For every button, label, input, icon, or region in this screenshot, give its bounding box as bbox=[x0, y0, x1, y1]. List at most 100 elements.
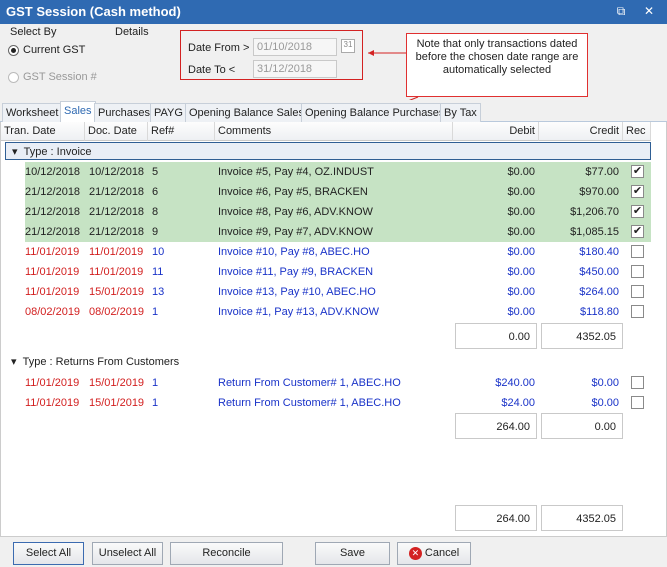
col-ref[interactable]: Ref# bbox=[148, 122, 215, 141]
col-rec[interactable]: Rec bbox=[623, 122, 651, 141]
tran-date-cell: 10/12/2018 bbox=[25, 166, 81, 178]
col-comments[interactable]: Comments bbox=[215, 122, 453, 141]
rec-checkbox[interactable] bbox=[631, 376, 644, 389]
debit-cell: $0.00 bbox=[507, 286, 535, 298]
doc-date-cell: 15/01/2019 bbox=[89, 397, 145, 409]
table-row[interactable]: 21/12/2018 21/12/2018 9 Invoice #9, Pay #7,… bbox=[25, 222, 651, 242]
table-row[interactable]: 21/12/2018 21/12/2018 6 Invoice #6, Pay #5,… bbox=[25, 182, 651, 202]
ref-cell: 13 bbox=[152, 286, 165, 298]
debit-cell: $0.00 bbox=[507, 246, 535, 258]
credit-cell: $77.00 bbox=[585, 166, 619, 178]
current-gst-radio[interactable] bbox=[8, 45, 19, 56]
doc-date-cell: 21/12/2018 bbox=[89, 186, 145, 198]
transactions-grid: Tran. Date Doc. Date Ref# Comments Debit… bbox=[0, 122, 667, 536]
title-bar: GST Session (Cash method) ⧉ ✕ bbox=[0, 0, 667, 24]
collapse-icon[interactable]: ▾ bbox=[11, 356, 17, 368]
doc-date-cell: 15/01/2019 bbox=[89, 286, 145, 298]
credit-cell: $0.00 bbox=[591, 377, 619, 389]
rec-checkbox[interactable] bbox=[631, 285, 644, 298]
group-total-debit: 264.00 bbox=[455, 413, 537, 439]
group-total-debit: 0.00 bbox=[455, 323, 537, 349]
filter-panel: Select By Current GST GST Session # Deta… bbox=[0, 24, 667, 100]
tab-by-tax[interactable]: By Tax bbox=[440, 103, 481, 122]
table-row[interactable]: 11/01/2019 11/01/2019 10 Invoice #10, Pay #… bbox=[25, 242, 651, 262]
close-icon[interactable]: ✕ bbox=[640, 3, 658, 20]
ref-cell: 9 bbox=[152, 226, 159, 238]
doc-date-cell: 21/12/2018 bbox=[89, 206, 145, 218]
group-header-returns[interactable]: ▾ Type : Returns From Customers bbox=[5, 353, 651, 371]
table-row[interactable]: 10/12/2018 10/12/2018 5 Invoice #5, Pay #4,… bbox=[25, 162, 651, 182]
cancel-icon: ✕ bbox=[408, 546, 422, 560]
table-row[interactable]: 11/01/2019 11/01/2019 11 Invoice #11, Pay #… bbox=[25, 262, 651, 282]
date-from-label: Date From > bbox=[188, 42, 250, 54]
rec-checkbox[interactable]: ✔ bbox=[631, 225, 644, 238]
tran-date-cell: 11/01/2019 bbox=[25, 246, 80, 258]
credit-cell: $450.00 bbox=[579, 266, 619, 278]
gst-session-radio[interactable] bbox=[8, 72, 19, 83]
cancel-button[interactable]: ✕ Cancel bbox=[397, 542, 471, 565]
rec-checkbox[interactable]: ✔ bbox=[631, 205, 644, 218]
calendar-icon[interactable]: 31 bbox=[341, 39, 355, 53]
tab-sales[interactable]: Sales bbox=[60, 101, 96, 123]
rec-checkbox[interactable]: ✔ bbox=[631, 185, 644, 198]
comments-cell: Invoice #13, Pay #10, ABEC.HO bbox=[218, 286, 376, 298]
group-header-invoice[interactable]: ▾ Type : Invoice bbox=[5, 142, 651, 160]
group-label: Type : Returns From Customers bbox=[22, 356, 180, 368]
group-total-credit: 0.00 bbox=[541, 413, 623, 439]
rec-checkbox[interactable] bbox=[631, 305, 644, 318]
tab-worksheet[interactable]: Worksheet bbox=[2, 103, 63, 122]
ref-cell: 11 bbox=[152, 266, 164, 278]
rec-checkbox[interactable]: ✔ bbox=[631, 165, 644, 178]
reconcile-button[interactable]: Reconcile bbox=[170, 542, 283, 565]
tran-date-cell: 11/01/2019 bbox=[25, 286, 80, 298]
date-from-field[interactable]: 01/10/2018 bbox=[253, 38, 337, 56]
gst-session-label: GST Session # bbox=[23, 71, 97, 83]
group-label: Type : Invoice bbox=[23, 146, 92, 158]
unselect-all-button[interactable]: Unselect All bbox=[92, 542, 163, 565]
grand-total-debit: 264.00 bbox=[455, 505, 537, 531]
ref-cell: 1 bbox=[152, 397, 159, 409]
credit-cell: $180.40 bbox=[579, 246, 619, 258]
collapse-icon[interactable]: ▾ bbox=[12, 146, 18, 158]
table-row[interactable]: 11/01/2019 15/01/2019 1 Return From Custome… bbox=[25, 393, 651, 413]
rec-checkbox[interactable] bbox=[631, 396, 644, 409]
select-by-label: Select By bbox=[10, 26, 57, 38]
col-debit[interactable]: Debit bbox=[453, 122, 539, 141]
comments-cell: Invoice #1, Pay #13, ADV.KNOW bbox=[218, 306, 380, 318]
button-bar: Select All Unselect All Reconcile Save ✕… bbox=[0, 536, 667, 567]
date-to-field[interactable]: 31/12/2018 bbox=[253, 60, 337, 78]
tab-opening-balance-sales[interactable]: Opening Balance Sales bbox=[185, 103, 308, 122]
group-total-credit: 4352.05 bbox=[541, 323, 623, 349]
tran-date-cell: 08/02/2019 bbox=[25, 306, 81, 318]
debit-cell: $0.00 bbox=[507, 186, 535, 198]
rec-checkbox[interactable] bbox=[631, 245, 644, 258]
grand-total-credit: 4352.05 bbox=[541, 505, 623, 531]
credit-cell: $1,206.70 bbox=[570, 206, 619, 218]
table-row[interactable]: 11/01/2019 15/01/2019 1 Return From Custome… bbox=[25, 373, 651, 393]
comments-cell: Invoice #10, Pay #8, ABEC.HO bbox=[218, 246, 370, 258]
table-row[interactable]: 11/01/2019 15/01/2019 13 Invoice #13, Pay #… bbox=[25, 282, 651, 302]
col-credit[interactable]: Credit bbox=[539, 122, 623, 141]
doc-date-cell: 15/01/2019 bbox=[89, 377, 145, 389]
debit-cell: $0.00 bbox=[507, 166, 535, 178]
rec-checkbox[interactable] bbox=[631, 265, 644, 278]
col-doc-date[interactable]: Doc. Date bbox=[85, 122, 148, 141]
date-to-label: Date To < bbox=[188, 64, 236, 76]
comments-cell: Invoice #9, Pay #7, ADV.KNOW bbox=[218, 226, 373, 238]
tab-payg[interactable]: PAYG bbox=[150, 103, 187, 122]
window-title: GST Session (Cash method) bbox=[6, 4, 181, 19]
ref-cell: 1 bbox=[152, 306, 159, 318]
comments-cell: Invoice #11, Pay #9, BRACKEN bbox=[218, 266, 374, 278]
save-button[interactable]: Save bbox=[315, 542, 390, 565]
tab-opening-balance-purchases[interactable]: Opening Balance Purchases bbox=[301, 103, 449, 122]
restore-icon[interactable]: ⧉ bbox=[612, 3, 630, 20]
col-tran-date[interactable]: Tran. Date bbox=[1, 122, 85, 141]
ref-cell: 1 bbox=[152, 377, 159, 389]
comments-cell: Invoice #6, Pay #5, BRACKEN bbox=[218, 186, 368, 198]
table-row[interactable]: 08/02/2019 08/02/2019 1 Invoice #1, Pay #13… bbox=[25, 302, 651, 322]
tab-purchases[interactable]: Purchases bbox=[94, 103, 154, 122]
select-all-button[interactable]: Select All bbox=[13, 542, 84, 565]
comments-cell: Invoice #5, Pay #4, OZ.INDUST bbox=[218, 166, 374, 178]
table-row[interactable]: 21/12/2018 21/12/2018 8 Invoice #8, Pay #6,… bbox=[25, 202, 651, 222]
doc-date-cell: 11/01/2019 bbox=[89, 266, 144, 278]
